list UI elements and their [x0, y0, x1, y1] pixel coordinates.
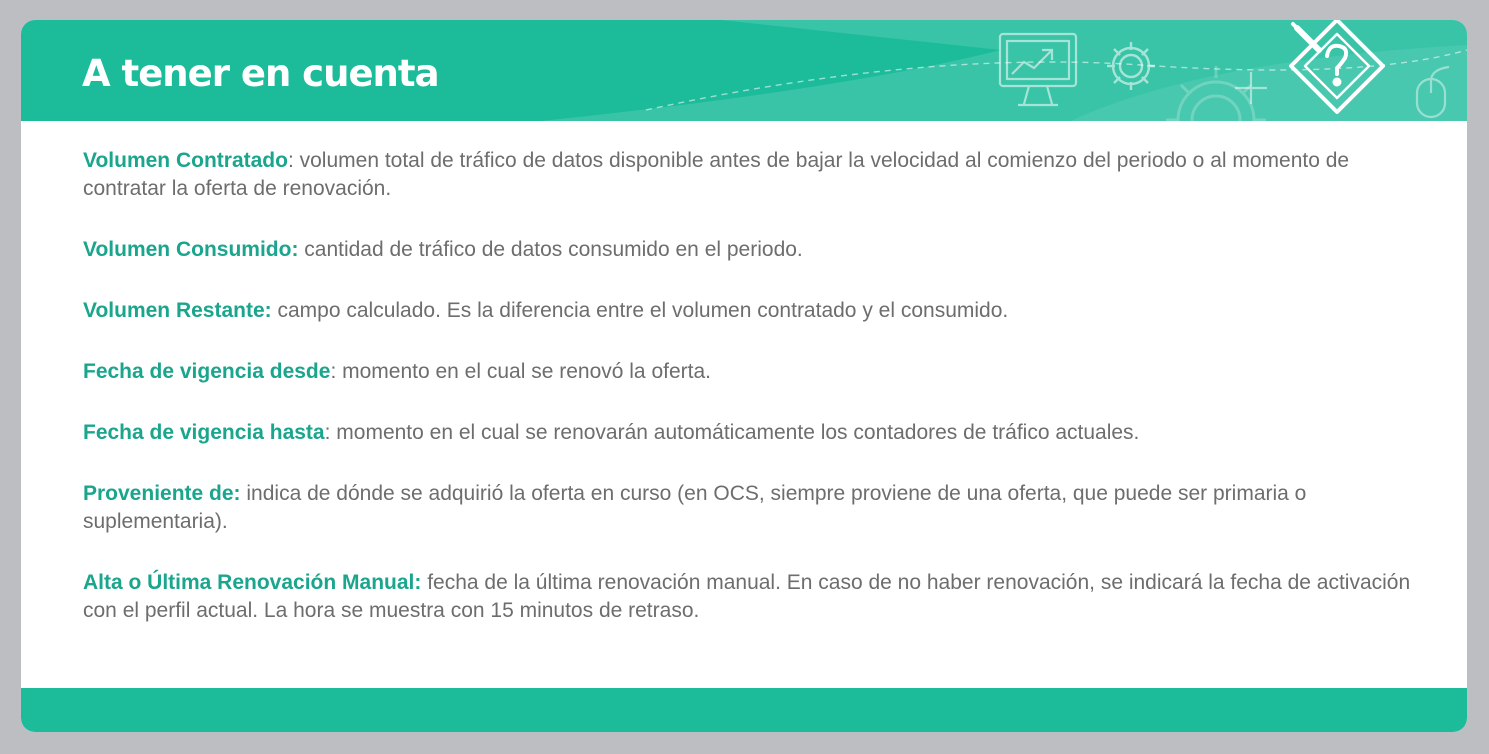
definition-text: cantidad de tráfico de datos consumido e… — [298, 238, 803, 261]
definition-text: indica de dónde se adquirió la oferta en… — [83, 482, 1307, 533]
definition-ultima-renovacion: Alta o Última Renovación Manual: fecha d… — [83, 569, 1413, 625]
computer-chart-icon — [998, 32, 1078, 107]
info-card: A tener en cuenta Volumen Contratado: vo… — [21, 20, 1467, 732]
definition-term: Proveniente de: — [83, 482, 241, 505]
definition-text: : momento en el cual se renovarán automá… — [324, 421, 1140, 444]
page-title: A tener en cuenta — [82, 52, 440, 95]
definition-fecha-desde: Fecha de vigencia desde: momento en el c… — [83, 358, 1413, 386]
definitions-list: Volumen Contratado: volumen total de trá… — [83, 147, 1413, 658]
gear-icon — [1107, 42, 1155, 90]
definition-term: Fecha de vigencia desde — [83, 360, 331, 383]
definition-text: : momento en el cual se renovó la oferta… — [330, 360, 711, 383]
mouse-icon — [1415, 65, 1450, 119]
card-header: A tener en cuenta — [21, 20, 1467, 121]
sparkle-icon — [1235, 72, 1267, 104]
definition-term: Volumen Restante: — [83, 299, 272, 322]
definition-volumen-restante: Volumen Restante: campo calculado. Es la… — [83, 297, 1413, 325]
definition-fecha-hasta: Fecha de vigencia hasta: momento en el c… — [83, 419, 1413, 447]
definition-term: Volumen Contratado — [83, 149, 288, 172]
definition-proveniente-de: Proveniente de: indica de dónde se adqui… — [83, 480, 1413, 536]
definition-volumen-consumido: Volumen Consumido: cantidad de tráfico d… — [83, 236, 1413, 264]
document-question-icon — [1289, 20, 1385, 114]
definition-term: Fecha de vigencia hasta — [83, 421, 325, 444]
card-footer — [21, 688, 1467, 732]
definition-volumen-contratado: Volumen Contratado: volumen total de trá… — [83, 147, 1413, 203]
definition-term: Alta o Última Renovación Manual: — [83, 571, 422, 594]
definition-term: Volumen Consumido: — [83, 238, 299, 261]
definition-text: campo calculado. Es la diferencia entre … — [271, 299, 1009, 322]
